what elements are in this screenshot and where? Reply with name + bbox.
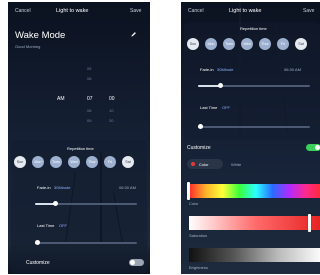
mode-title: Wake Mode	[15, 30, 66, 41]
picker-hour-option[interactable]: 08	[87, 108, 91, 113]
saturation-slider-thumb[interactable]	[308, 214, 311, 232]
picker-hour-option[interactable]: 06	[87, 76, 91, 81]
fade-in-slider-fill	[35, 203, 55, 205]
last-time-slider-thumb[interactable]	[35, 240, 40, 245]
toggle-knob	[130, 260, 135, 265]
hue-slider-thumb[interactable]	[187, 182, 190, 200]
picker-minute-option[interactable]: 20	[109, 118, 113, 123]
picker-ampm-selected[interactable]: AM	[57, 96, 65, 102]
last-time-slider-thumb[interactable]	[198, 124, 203, 129]
pencil-icon[interactable]	[130, 31, 137, 38]
brightness-slider[interactable]	[189, 248, 320, 262]
mode-subtitle: Good Morning	[15, 44, 41, 49]
day-button-tues[interactable]: Tues	[50, 156, 62, 168]
last-time-label: Last Time	[37, 223, 55, 228]
fade-in-value: 30Minute	[54, 185, 71, 190]
day-button-sat[interactable]: Sat	[295, 38, 307, 50]
repetition-label: Repetition time	[240, 26, 267, 31]
day-button-thur[interactable]: Thur	[259, 38, 271, 50]
fade-in-slider-thumb[interactable]	[218, 83, 223, 88]
cancel-button[interactable]: Cancel	[15, 8, 31, 14]
day-button-sun[interactable]: Sun	[14, 156, 26, 168]
color-tab[interactable]: Color	[187, 159, 223, 169]
day-selector: Sun Mon Tues Wed Thur Fri Sat	[187, 38, 317, 52]
customize-label: Customize	[187, 145, 211, 151]
fade-in-slider-track[interactable]	[35, 201, 137, 206]
day-button-thur[interactable]: Thur	[86, 156, 98, 168]
page-title: Light to wake	[56, 8, 89, 14]
cancel-button[interactable]: Cancel	[188, 8, 204, 14]
phone-screen-left: Cancel Light to wake Save Wake Mode Good…	[8, 2, 150, 274]
fade-in-value: 30Minute	[217, 67, 234, 72]
last-time-label: Last Time	[200, 105, 218, 110]
customize-toggle[interactable]	[129, 259, 144, 266]
toggle-knob	[315, 145, 320, 150]
day-button-wed[interactable]: Wed	[68, 156, 80, 168]
save-button[interactable]: Save	[130, 8, 141, 14]
day-button-tues[interactable]: Tues	[223, 38, 235, 50]
settings-panel: Repetition time Sun Mon Tues Wed Thur Fr…	[11, 140, 147, 274]
day-button-fri[interactable]: Fri	[104, 156, 116, 168]
day-button-mon[interactable]: Mon	[205, 38, 217, 50]
color-tab-label: Color	[199, 162, 209, 167]
fade-in-label: Fade-in	[37, 185, 51, 190]
customize-label: Customize	[26, 260, 50, 266]
white-tab[interactable]: White	[231, 162, 241, 167]
repetition-label: Repetition time	[67, 146, 94, 151]
fade-in-slider-track[interactable]	[198, 83, 310, 88]
fade-in-label: Fade-in	[200, 67, 214, 72]
time-picker[interactable]: 05 06 AM 07 00 08 10 09 20	[8, 62, 150, 126]
fade-in-slider-fill	[198, 85, 220, 87]
save-button[interactable]: Save	[303, 8, 314, 14]
last-time-value: OFF	[222, 105, 230, 110]
brightness-slider-label: Brightness	[189, 265, 208, 270]
last-time-slider-track[interactable]	[198, 124, 310, 129]
settings-panel: Repetition time Sun Mon Tues Wed Thur Fr…	[184, 22, 320, 140]
day-button-mon[interactable]: Mon	[32, 156, 44, 168]
saturation-slider[interactable]	[189, 214, 320, 232]
fade-in-slider-thumb[interactable]	[53, 201, 58, 206]
day-selector: Sun Mon Tues Wed Thur Fri Sat	[14, 156, 144, 170]
customize-toggle[interactable]	[306, 144, 320, 151]
color-swatch-icon	[191, 162, 195, 166]
last-time-value: OFF	[59, 223, 67, 228]
page-title: Light to wake	[229, 8, 262, 14]
phone-screen-right: Cancel Light to wake Save Repetition tim…	[181, 2, 320, 274]
color-hue-slider[interactable]	[187, 182, 320, 200]
saturation-slider-label: Saturation	[189, 233, 208, 238]
fade-in-time: 06:30 AM	[284, 67, 301, 72]
picker-minute-option[interactable]: 10	[109, 108, 113, 113]
day-button-fri[interactable]: Fri	[277, 38, 289, 50]
day-button-sun[interactable]: Sun	[187, 38, 199, 50]
picker-hour-option[interactable]: 05	[87, 66, 91, 71]
picker-hour-option[interactable]: 09	[87, 118, 91, 123]
last-time-slider-track[interactable]	[35, 240, 137, 245]
picker-hour-selected[interactable]: 07	[87, 96, 93, 102]
day-button-sat[interactable]: Sat	[122, 156, 134, 168]
day-button-wed[interactable]: Wed	[241, 38, 253, 50]
picker-minute-selected[interactable]: 00	[109, 96, 115, 102]
color-slider-label: Color	[189, 201, 199, 206]
fade-in-time: 06:30 AM	[119, 185, 136, 190]
